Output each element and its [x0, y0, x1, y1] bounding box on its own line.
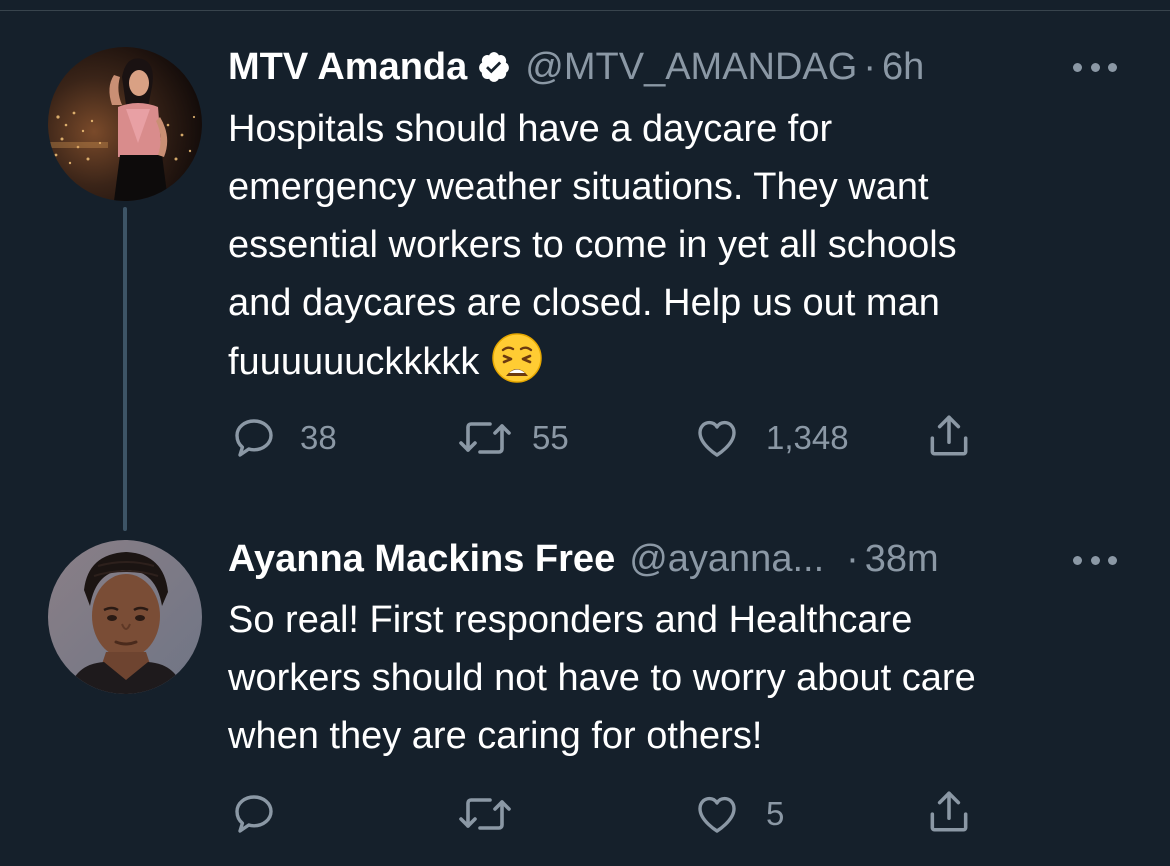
timestamp[interactable]: 6h — [882, 46, 924, 89]
retweet-icon — [459, 798, 511, 830]
weary-face-emoji-icon — [491, 332, 543, 384]
timestamp[interactable]: 38m — [865, 538, 939, 581]
separator-dot: · — [863, 45, 876, 88]
user-handle[interactable]: @ayanna... — [629, 538, 824, 581]
share-icon — [930, 791, 968, 832]
reply-icon — [235, 419, 273, 457]
retweet-button[interactable] — [456, 789, 536, 839]
like-button[interactable]: 5 — [692, 789, 784, 839]
reply-icon — [235, 795, 273, 833]
heart-icon — [698, 796, 736, 833]
top-divider — [0, 10, 1170, 11]
more-options-icon[interactable] — [1073, 553, 1117, 567]
display-name[interactable]: Ayanna Mackins Free — [228, 538, 615, 581]
verified-badge-icon — [477, 50, 511, 84]
retweet-button[interactable]: 55 — [456, 413, 569, 463]
display-name[interactable]: MTV Amanda — [228, 46, 467, 89]
heart-icon — [698, 420, 736, 457]
tweet-text: So real! First responders and Healthcare… — [228, 591, 1128, 765]
reply-button[interactable]: 38 — [230, 413, 337, 463]
separator-dot: · — [846, 537, 859, 580]
tweet-text-body: So real! First responders and Healthcare… — [228, 599, 976, 757]
share-button[interactable] — [924, 787, 974, 837]
reply-button[interactable] — [230, 789, 300, 839]
thread-connector-line — [123, 207, 127, 531]
avatar-ayanna-mackins-free[interactable] — [48, 540, 202, 694]
tweet-text-body: Hospitals should have a daycare for emer… — [228, 108, 957, 383]
share-icon — [930, 415, 968, 456]
like-count: 1,348 — [766, 419, 849, 456]
like-count: 5 — [766, 795, 785, 832]
tweet-text: Hospitals should have a daycare for emer… — [228, 100, 1128, 391]
user-handle[interactable]: @MTV_AMANDAG — [525, 46, 857, 89]
like-button[interactable]: 1,348 — [692, 413, 849, 463]
reply-count: 38 — [300, 419, 337, 456]
avatar-mtv-amanda[interactable] — [48, 47, 202, 201]
tweet-header: MTV Amanda @MTV_AMANDAG · 6h — [228, 45, 924, 89]
retweet-icon — [459, 422, 511, 454]
tweet-header: Ayanna Mackins Free @ayanna... · 38m — [228, 537, 939, 581]
retweet-count: 55 — [532, 419, 569, 456]
share-button[interactable] — [924, 411, 974, 461]
more-options-icon[interactable] — [1073, 60, 1117, 74]
